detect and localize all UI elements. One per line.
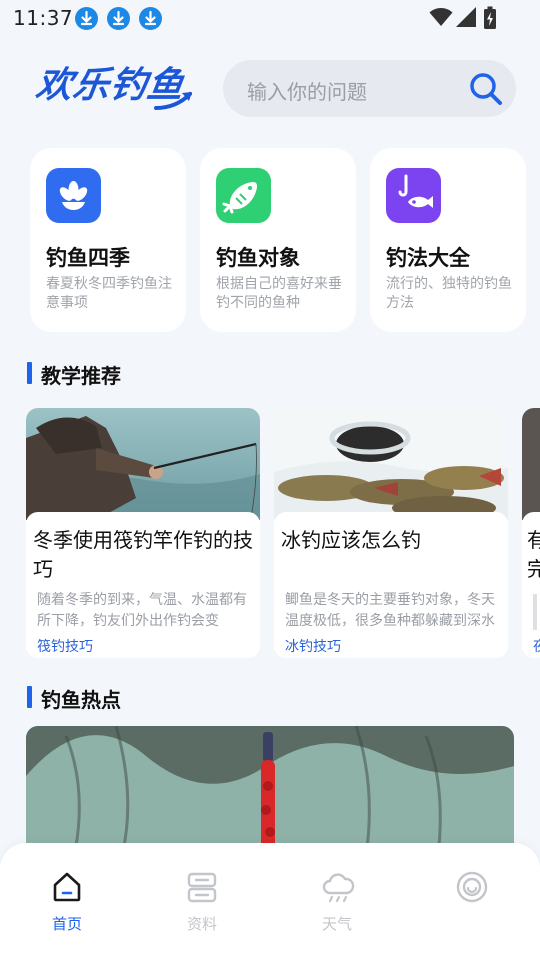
lesson-image	[522, 408, 540, 520]
lesson-tag-fragment: 夜	[533, 636, 540, 656]
search-bar[interactable]: 输入你的问题	[223, 60, 516, 117]
lesson-card-partial[interactable]: 有 完 夜	[522, 408, 540, 658]
lesson-image-fishing-rod	[26, 408, 260, 520]
nav-item-data[interactable]: 资料	[162, 871, 242, 941]
lesson-card[interactable]: 冰钓应该怎么钓 鲫鱼是冬天的主要垂钓对象，冬天温度极低，很多鱼种都躲藏到深水不再…	[274, 408, 508, 658]
lesson-title-fragment: 有	[527, 528, 540, 552]
logo-swoosh-icon	[154, 92, 192, 110]
lesson-summary-fragment	[533, 594, 537, 630]
hook-fish-icon	[386, 168, 441, 223]
wifi-icon	[429, 6, 453, 32]
app-logo: 欢乐钓鱼	[33, 60, 196, 112]
lesson-title: 冰钓应该怎么钓	[281, 528, 421, 552]
status-time: 11:37	[13, 6, 74, 30]
status-bar: 11:37	[0, 0, 540, 36]
category-desc: 流行的、独特的钓鱼方法	[386, 276, 512, 311]
lesson-card-body: 冬季使用筏钓竿作钓的技巧 随着冬季的到来，气温、水温都有所下降，钓友们外出作钓会…	[26, 512, 260, 658]
weather-icon	[322, 873, 355, 903]
category-card-methods[interactable]: 钓法大全 流行的、独特的钓鱼方法	[370, 148, 526, 332]
lesson-title: 冬季使用筏钓竿作钓的技巧	[33, 528, 253, 581]
nav-label: 首页	[51, 915, 82, 933]
category-card-seasons[interactable]: 钓鱼四季 春夏秋冬四季钓鱼注意事项	[30, 148, 186, 332]
battery-charging-icon	[483, 6, 497, 34]
signal-icon	[455, 6, 477, 32]
hot-article-image[interactable]	[26, 726, 514, 856]
download-icon	[75, 7, 98, 30]
nav-item-home[interactable]: 首页	[27, 871, 107, 941]
lesson-card-body: 有 完 夜	[522, 512, 540, 658]
download-icon	[139, 7, 162, 30]
lesson-card[interactable]: 冬季使用筏钓竿作钓的技巧 随着冬季的到来，气温、水温都有所下降，钓友们外出作钓会…	[26, 408, 260, 658]
category-title: 钓法大全	[386, 246, 470, 270]
lesson-summary: 随着冬季的到来，气温、水温都有所下降，钓友们外出作钓会变	[37, 592, 247, 629]
section-title: 钓鱼热点	[41, 688, 121, 712]
category-title: 钓鱼对象	[216, 246, 300, 270]
nav-label: 资料	[186, 915, 217, 933]
lesson-summary: 鲫鱼是冬天的主要垂钓对象，冬天温度极低，很多鱼种都躲藏到深水不再游动进食，由于鲫…	[285, 592, 495, 629]
category-desc: 春夏秋冬四季钓鱼注意事项	[46, 276, 172, 311]
lesson-card-body: 冰钓应该怎么钓 鲫鱼是冬天的主要垂钓对象，冬天温度极低，很多鱼种都躲藏到深水不再…	[274, 512, 508, 658]
nav-item-profile[interactable]	[432, 871, 512, 941]
category-card-targets[interactable]: 钓鱼对象 根据自己的喜好来垂钓不同的鱼种	[200, 148, 356, 332]
nav-label: 天气	[321, 915, 352, 933]
lesson-image-ice-fishing	[274, 408, 508, 520]
search-input[interactable]: 输入你的问题	[247, 76, 367, 105]
flower-icon	[46, 168, 101, 223]
fish-icon	[216, 168, 271, 223]
search-icon[interactable]	[466, 69, 506, 113]
section-title: 教学推荐	[41, 364, 121, 388]
home-icon	[53, 872, 81, 902]
lesson-title-fragment: 完	[527, 557, 540, 581]
nav-item-weather[interactable]: 天气	[297, 871, 377, 941]
category-desc: 根据自己的喜好来垂钓不同的鱼种	[216, 276, 342, 311]
lesson-tag[interactable]: 冰钓技巧	[285, 636, 341, 656]
download-icon	[107, 7, 130, 30]
document-icon	[187, 872, 217, 903]
section-accent-bar	[27, 686, 32, 708]
lesson-tag[interactable]: 筏钓技巧	[37, 636, 93, 656]
category-title: 钓鱼四季	[46, 246, 130, 270]
smile-icon	[456, 871, 488, 903]
bottom-nav: 首页 资料 天气	[0, 843, 540, 960]
section-accent-bar	[27, 362, 32, 384]
